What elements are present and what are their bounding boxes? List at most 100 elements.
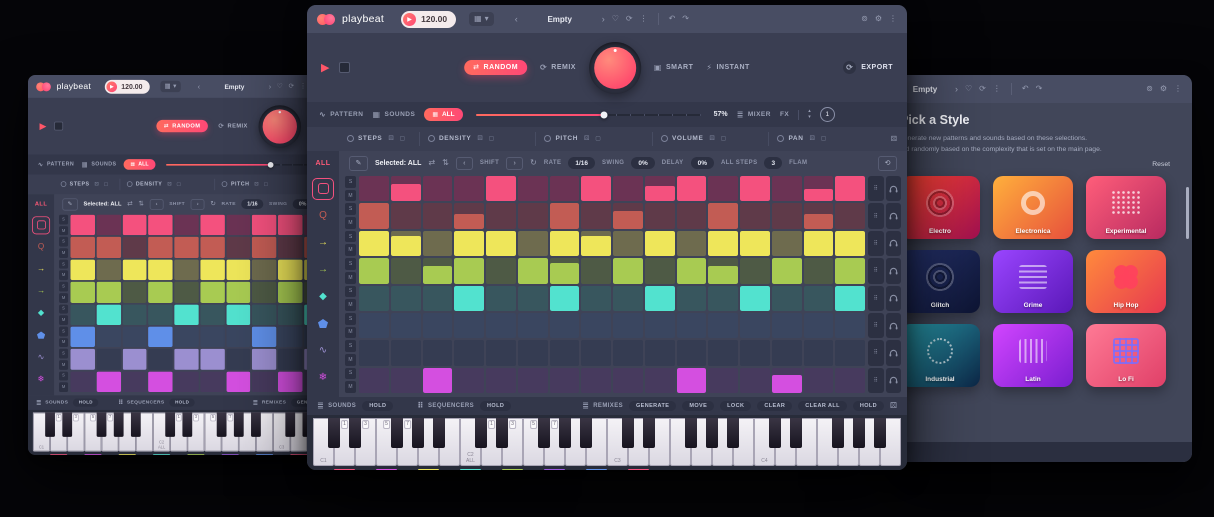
dice-icon[interactable]: ⚄ xyxy=(709,135,714,142)
step-cell[interactable] xyxy=(486,286,516,311)
step-cell[interactable] xyxy=(454,203,484,228)
step-cell[interactable] xyxy=(174,259,198,280)
step-cell[interactable] xyxy=(486,313,516,338)
solo-button[interactable]: S xyxy=(345,203,356,215)
mute-button[interactable]: M xyxy=(59,293,68,303)
piano-black-key[interactable] xyxy=(216,412,226,437)
pattern-number[interactable]: 1 xyxy=(820,107,835,122)
rate-value[interactable]: 1/16 xyxy=(242,199,264,209)
step-cell[interactable] xyxy=(423,231,453,256)
step-cell[interactable] xyxy=(613,258,643,283)
step-cell[interactable] xyxy=(454,231,484,256)
step-cell[interactable] xyxy=(278,349,302,370)
lane-header-density[interactable]: DENSITY⚄▢ xyxy=(419,132,535,146)
random-button[interactable]: ⇄ RANDOM xyxy=(156,120,207,132)
step-cell[interactable] xyxy=(96,215,120,236)
track-headphones-button[interactable] xyxy=(886,231,902,256)
move-button[interactable]: MOVE xyxy=(682,401,714,411)
step-cell[interactable] xyxy=(359,340,389,365)
step-cell[interactable] xyxy=(550,203,580,228)
step-cell[interactable] xyxy=(359,286,389,311)
step-cell[interactable] xyxy=(122,215,146,236)
piano-black-key[interactable] xyxy=(62,412,72,437)
shift-left-button[interactable]: ‹ xyxy=(456,157,473,170)
piano-black-key[interactable] xyxy=(706,418,719,448)
piano-black-key[interactable] xyxy=(391,418,404,448)
step-cell[interactable] xyxy=(740,231,770,256)
step-cell[interactable] xyxy=(226,215,250,236)
play-icon[interactable]: ▶ xyxy=(107,81,118,92)
step-cell[interactable] xyxy=(772,258,802,283)
solo-button[interactable]: S xyxy=(345,176,356,188)
step-cell[interactable] xyxy=(148,327,172,348)
step-cell[interactable] xyxy=(518,286,548,311)
piano-black-key[interactable] xyxy=(853,418,866,448)
dice-icon[interactable]: ⚄ xyxy=(254,182,258,188)
step-cell[interactable] xyxy=(148,304,172,325)
step-cell[interactable] xyxy=(486,368,516,393)
preset-name[interactable]: Empty xyxy=(902,85,948,94)
step-cell[interactable] xyxy=(252,327,276,348)
transport-play-button[interactable]: ▶ xyxy=(321,61,329,74)
flip-icon[interactable]: ⇅ xyxy=(442,159,449,167)
step-cell[interactable] xyxy=(252,237,276,258)
track-drag-handle[interactable]: ⠿ xyxy=(868,203,884,228)
solo-button[interactable]: S xyxy=(345,258,356,270)
step-cell[interactable] xyxy=(96,259,120,280)
step-cell[interactable] xyxy=(70,215,94,236)
step-cell[interactable] xyxy=(708,340,738,365)
step-cell[interactable] xyxy=(200,349,224,370)
step-cell[interactable] xyxy=(804,313,834,338)
step-cell[interactable] xyxy=(423,176,453,201)
mute-button[interactable]: M xyxy=(345,244,356,256)
step-cell[interactable] xyxy=(278,215,302,236)
step-cell[interactable] xyxy=(278,259,302,280)
step-cell[interactable] xyxy=(835,203,865,228)
mute-button[interactable]: M xyxy=(59,315,68,325)
lock-icon[interactable]: ▢ xyxy=(263,182,268,188)
complexity-slider[interactable] xyxy=(476,114,701,116)
style-tile-electronica[interactable]: Electronica xyxy=(993,176,1073,239)
piano-black-key[interactable] xyxy=(727,418,740,448)
step-cell[interactable] xyxy=(174,215,198,236)
preset-prev-button[interactable]: ‹ xyxy=(198,83,200,90)
step-cell[interactable] xyxy=(613,231,643,256)
step-cell[interactable] xyxy=(772,203,802,228)
step-cell[interactable] xyxy=(122,282,146,303)
step-cell[interactable] xyxy=(391,231,421,256)
piano-black-key[interactable] xyxy=(131,412,141,437)
swap-icon[interactable]: ⇄ xyxy=(127,201,132,208)
play-icon[interactable]: ▶ xyxy=(403,13,416,26)
piano-black-key[interactable] xyxy=(412,418,425,448)
step-cell[interactable] xyxy=(226,282,250,303)
step-cell[interactable] xyxy=(518,176,548,201)
step-cell[interactable] xyxy=(359,231,389,256)
step-cell[interactable] xyxy=(70,349,94,370)
tab-sounds[interactable]: ▦ SOUNDS xyxy=(372,111,415,119)
refresh-icon[interactable]: ⟲ xyxy=(878,156,897,171)
rotate-icon[interactable]: ↻ xyxy=(210,201,215,208)
step-cell[interactable] xyxy=(486,203,516,228)
piano-black-key[interactable] xyxy=(45,412,55,437)
piano-black-key[interactable] xyxy=(643,418,656,448)
mute-button[interactable]: M xyxy=(345,272,356,284)
track-icon-pentagon[interactable] xyxy=(28,324,54,346)
piano-black-key[interactable] xyxy=(433,418,446,448)
step-cell[interactable] xyxy=(708,313,738,338)
step-cell[interactable] xyxy=(772,368,802,393)
track-icon-pad[interactable] xyxy=(307,175,339,202)
track-drag-handle[interactable]: ⠿ xyxy=(868,231,884,256)
lane-header-pitch[interactable]: PITCH⚄▢ xyxy=(535,132,651,146)
piano-black-key[interactable] xyxy=(285,412,295,437)
lock-icon[interactable]: ▢ xyxy=(176,182,181,188)
dice-icon[interactable]: ⚄ xyxy=(890,402,897,410)
step-cell[interactable] xyxy=(677,313,707,338)
favorite-heart-icon[interactable]: ♡ xyxy=(277,83,283,90)
step-cell[interactable] xyxy=(708,176,738,201)
solo-button[interactable]: S xyxy=(59,282,68,292)
sounds-hold-button[interactable]: HOLD xyxy=(73,399,98,407)
track-headphones-button[interactable] xyxy=(886,176,902,201)
step-cell[interactable] xyxy=(581,313,611,338)
pencil-icon[interactable]: ✎ xyxy=(62,198,78,210)
step-cell[interactable] xyxy=(835,368,865,393)
